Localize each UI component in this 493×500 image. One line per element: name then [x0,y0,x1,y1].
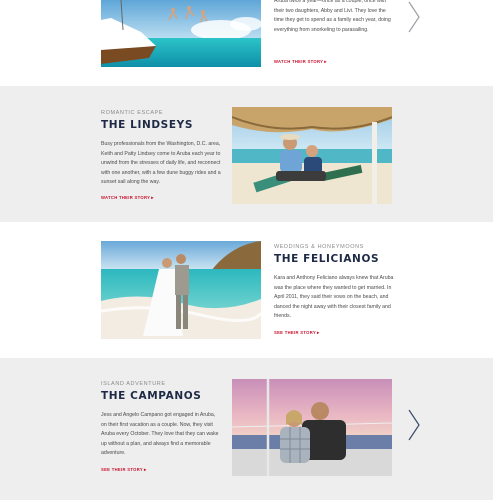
story-section-campanos: ISLAND ADVENTURE THE CAMPANOS Jess and A… [0,358,493,500]
story-title: THE LINDSEYS [101,119,193,131]
link-label: WATCH THEIR STORY [101,195,151,200]
watch-story-link[interactable]: WATCH THEIR STORY▸ [274,59,327,65]
link-arrow-icon: ▸ [143,467,147,472]
link-arrow-icon: ▸ [324,59,327,64]
sailing-photo-image [101,0,261,67]
story-title: THE CAMPANOS [101,390,202,402]
link-arrow-icon: ▸ [151,195,154,200]
chevron-right-icon [408,409,420,441]
story-photo-campanos[interactable] [232,379,392,476]
story-text-campanos: ISLAND ADVENTURE THE CAMPANOS Jess and A… [101,381,221,459]
wedding-beach-photo-image [101,241,261,339]
story-photo-lindseys[interactable] [232,107,392,204]
story-title: THE FELICIANOS [274,253,380,265]
story-photo-sailing[interactable] [101,0,261,67]
link-label: SEE THEIR STORY [101,467,143,472]
link-label: SEE THEIR STORY [274,330,316,335]
watch-story-link[interactable]: WATCH THEIR STORY▸ [101,195,154,201]
story-text-family: Aruba twice a year—once as a couple, onc… [274,0,396,35]
story-eyebrow: ISLAND ADVENTURE [101,381,166,387]
beach-couple-photo-image [232,107,392,204]
story-eyebrow: WEDDINGS & HONEYMOONS [274,244,364,250]
story-text-lindseys: ROMANTIC ESCAPE THE LINDSEYS Busy profes… [101,110,221,188]
link-label: WATCH THEIR STORY [274,59,324,64]
story-text-felicianos: WEDDINGS & HONEYMOONS THE FELICIANOS Kar… [274,244,396,322]
story-section-felicianos: WEDDINGS & HONEYMOONS THE FELICIANOS Kar… [0,222,493,358]
see-story-link[interactable]: SEE THEIR STORY▸ [274,330,320,336]
sunset-boat-photo-image [232,379,392,476]
story-body: Kara and Anthony Feliciano always knew t… [274,275,394,320]
story-body: Busy professionals from the Washington, … [101,141,221,186]
story-section-lindseys: ROMANTIC ESCAPE THE LINDSEYS Busy profes… [0,86,493,222]
story-body: Aruba twice a year—once as a couple, onc… [274,0,391,33]
next-arrow-button[interactable] [407,408,421,442]
story-eyebrow: ROMANTIC ESCAPE [101,110,164,116]
see-story-link[interactable]: SEE THEIR STORY▸ [101,467,147,473]
story-body: Jess and Angelo Campano got engaged in A… [101,412,219,457]
story-photo-felicianos[interactable] [101,241,261,339]
link-arrow-icon: ▸ [316,330,320,335]
story-section-family: Aruba twice a year—once as a couple, onc… [0,0,493,86]
chevron-right-icon [408,1,420,33]
next-arrow-button[interactable] [407,0,421,34]
